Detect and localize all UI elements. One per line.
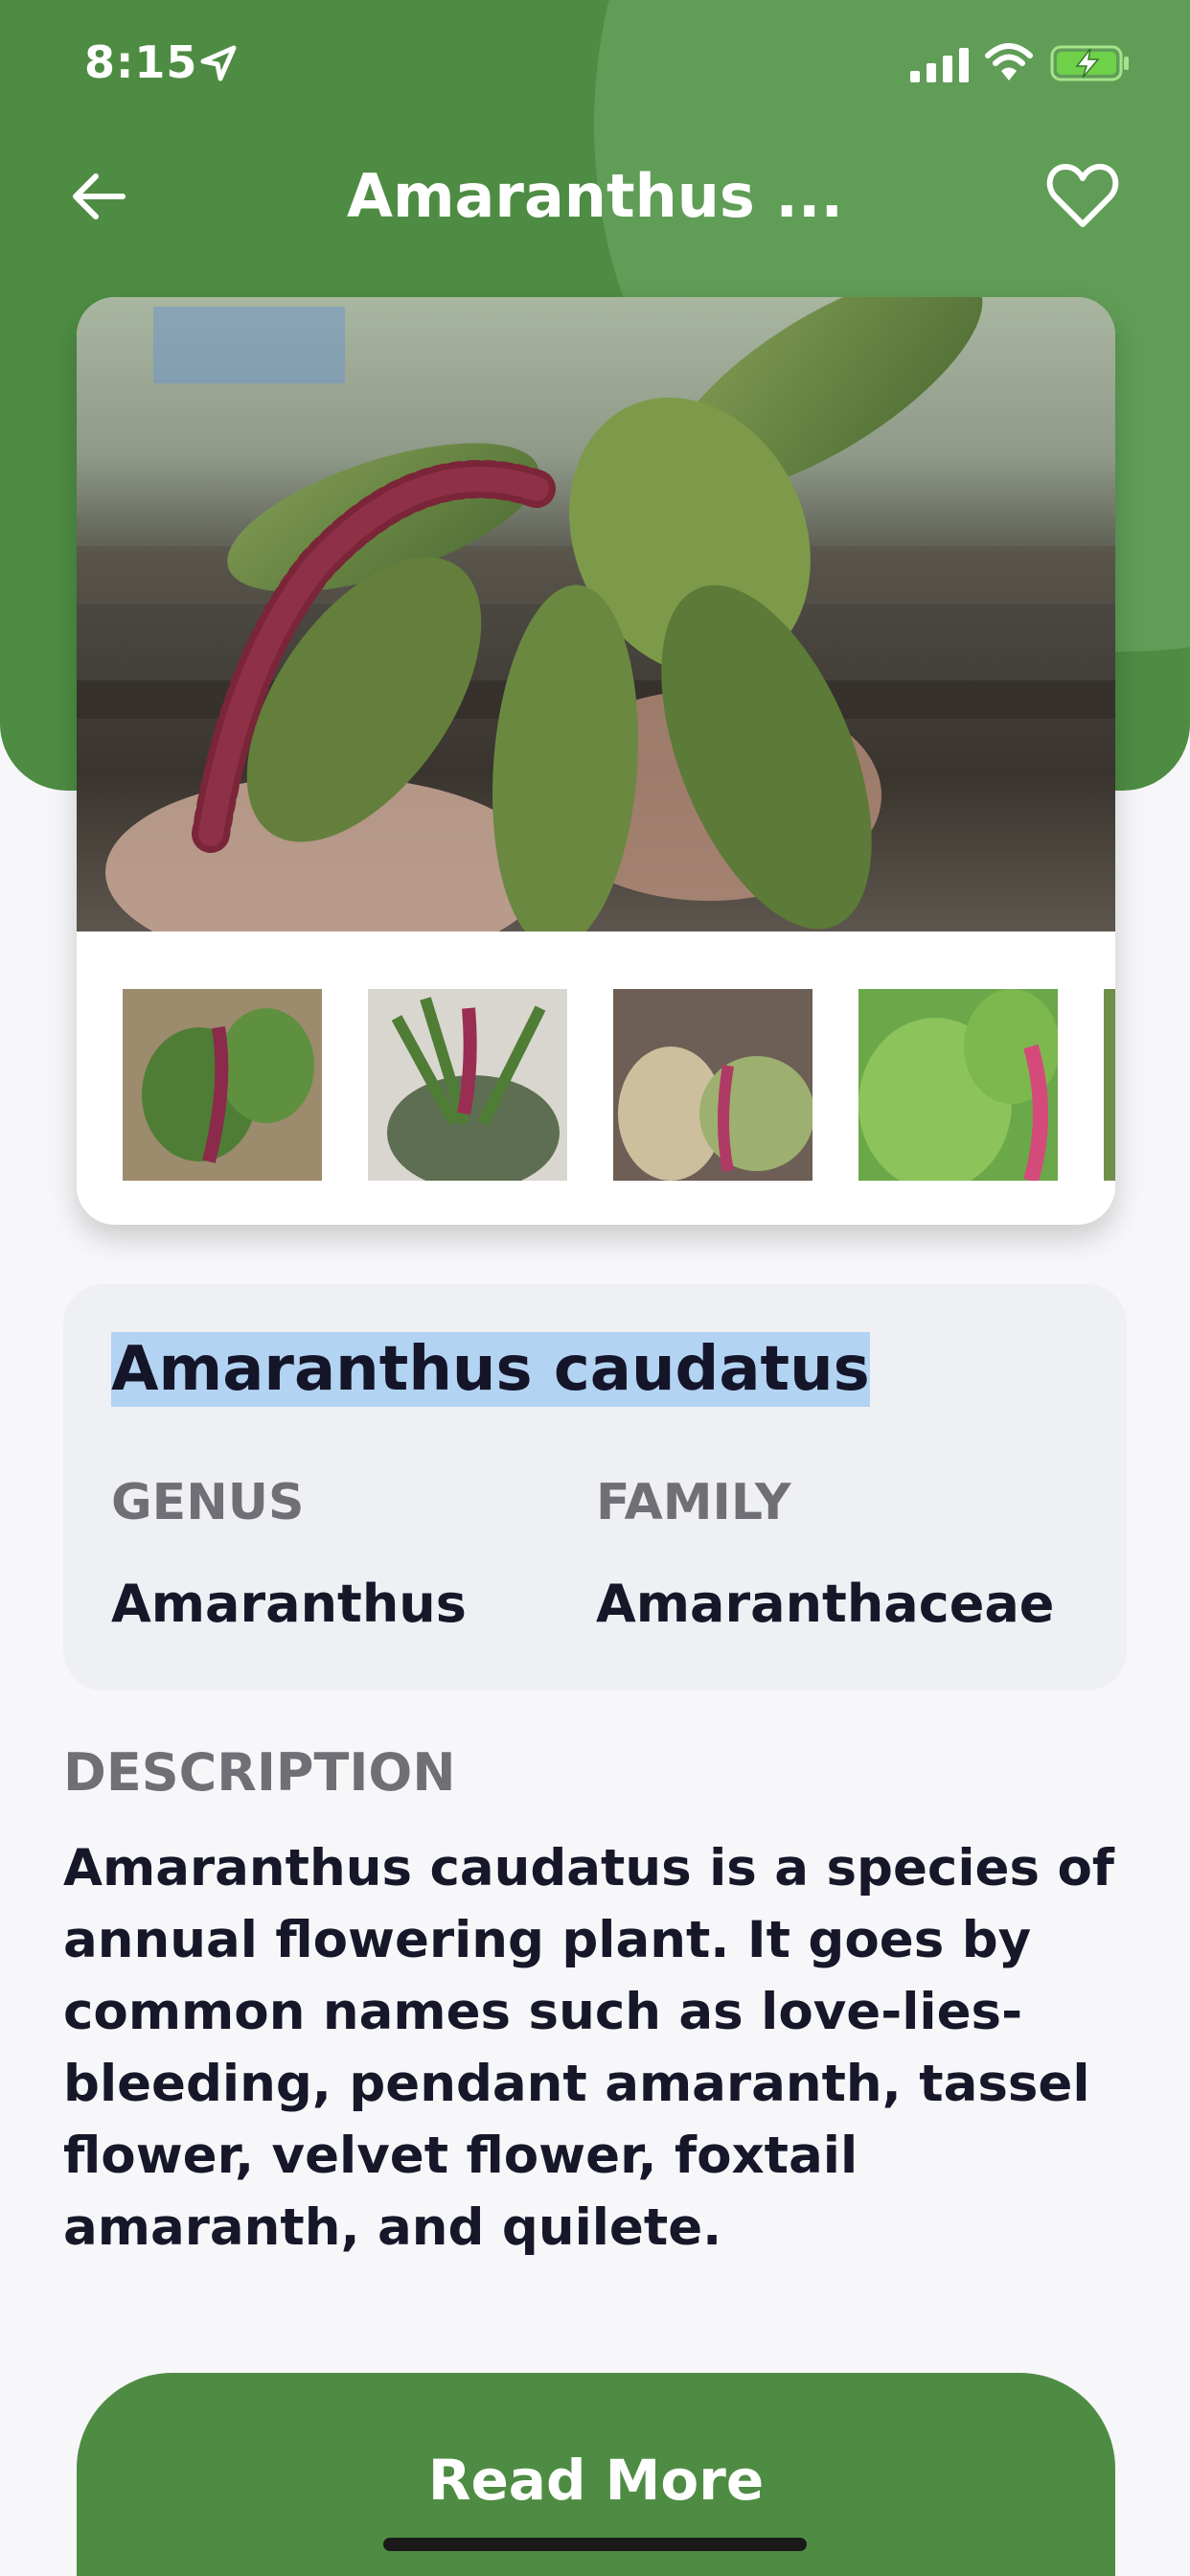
read-more-label: Read More bbox=[427, 2448, 765, 2513]
description-label: DESCRIPTION bbox=[63, 1742, 456, 1803]
photo-gallery-card bbox=[77, 297, 1115, 1225]
thumbnail-strip[interactable] bbox=[77, 979, 1115, 1181]
page-title: Amaranthus ... bbox=[346, 161, 844, 231]
signal-icon bbox=[910, 48, 969, 82]
family-value: Amaranthaceae bbox=[596, 1574, 1055, 1634]
heart-icon[interactable] bbox=[1046, 161, 1119, 230]
wifi-icon bbox=[985, 43, 1033, 80]
thumbnail-2[interactable] bbox=[368, 989, 567, 1181]
top-navigation: Amaranthus ... bbox=[0, 144, 1190, 249]
thumbnail-4[interactable] bbox=[858, 989, 1058, 1181]
description-text: Amaranthus caudatus is a species of annu… bbox=[63, 1839, 1114, 2257]
genus-label: GENUS bbox=[111, 1474, 305, 1531]
thumbnail-5[interactable] bbox=[1104, 989, 1115, 1181]
hero-plant-photo[interactable] bbox=[77, 297, 1115, 932]
thumbnail-1[interactable] bbox=[123, 989, 322, 1181]
status-bar: 8:15 bbox=[0, 0, 1190, 125]
status-time: 8:15 bbox=[84, 36, 198, 88]
battery-charging-icon bbox=[1050, 45, 1129, 81]
genus-value: Amaranthus bbox=[111, 1574, 467, 1634]
species-name[interactable]: Amaranthus caudatus bbox=[111, 1332, 870, 1407]
family-label: FAMILY bbox=[596, 1474, 791, 1531]
location-arrow-icon bbox=[200, 45, 237, 81]
home-indicator[interactable] bbox=[383, 2538, 807, 2551]
thumbnail-3[interactable] bbox=[613, 989, 812, 1181]
plant-info-card: Amaranthus caudatus GENUS Amaranthus FAM… bbox=[63, 1284, 1127, 1690]
back-arrow-icon[interactable] bbox=[67, 165, 130, 228]
